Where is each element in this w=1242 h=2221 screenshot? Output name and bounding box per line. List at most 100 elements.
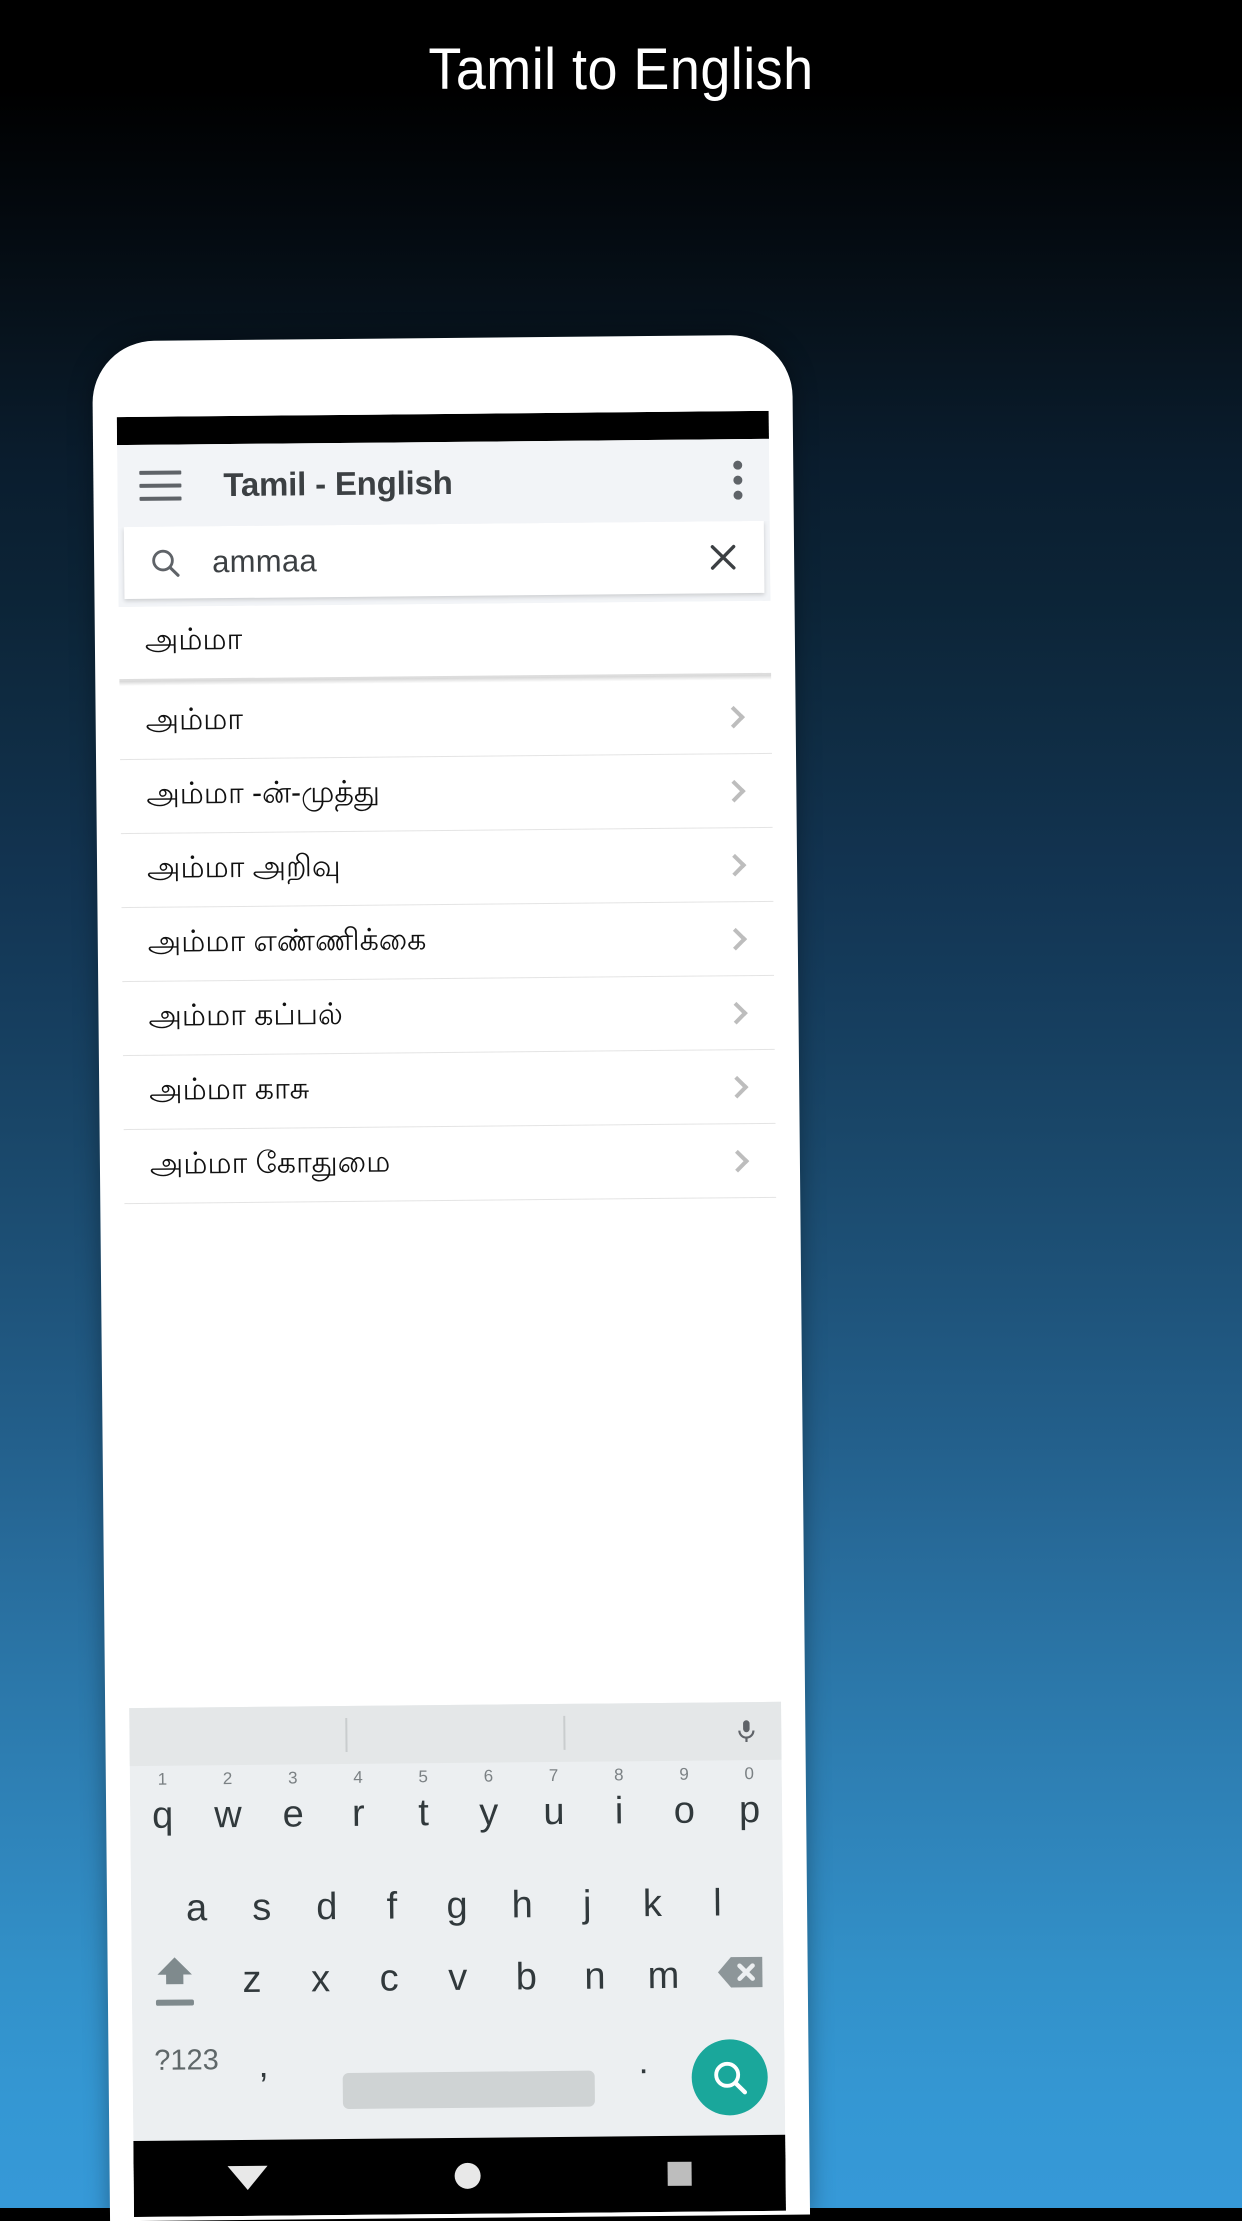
phone-mockup-frame: Tamil - English ammaa அம்மா (92, 335, 810, 2221)
symbols-key[interactable]: ?123 (132, 2044, 240, 2078)
key-t[interactable]: 5t (390, 1763, 456, 1857)
key-letter-label: c (379, 1957, 398, 2000)
backspace-key-icon[interactable] (697, 1946, 783, 1999)
close-icon[interactable] (706, 540, 740, 574)
key-u[interactable]: 7u (521, 1762, 587, 1856)
space-key[interactable] (343, 2071, 595, 2109)
chevron-right-icon (724, 853, 747, 876)
key-p[interactable]: 0p (716, 1760, 782, 1854)
key-r[interactable]: 4r (325, 1764, 391, 1858)
key-g[interactable]: g (424, 1856, 490, 1950)
comma-key[interactable]: , (240, 2043, 325, 2108)
list-item-label: அம்மா கப்பல் (148, 997, 343, 1037)
list-item[interactable]: அம்மா -ன்-முத்து (120, 754, 773, 834)
enter-key-wrap (674, 2039, 785, 2116)
key-n[interactable]: n (560, 1947, 629, 1999)
key-letter-label: a (186, 1887, 208, 1930)
key-letter-label: v (448, 1957, 467, 2000)
key-v[interactable]: v (423, 1949, 492, 2001)
key-letter-label: d (316, 1886, 338, 1929)
suggestion-slot-1[interactable] (129, 1735, 345, 1737)
key-letter-label: t (418, 1792, 429, 1835)
key-letter-label: n (584, 1956, 606, 1999)
page-title: Tamil to English (43, 36, 1198, 103)
search-bar[interactable]: ammaa (124, 521, 765, 599)
list-item[interactable]: அம்மா (119, 680, 772, 760)
search-enter-icon[interactable] (691, 2039, 768, 2116)
microphone-icon[interactable] (733, 1714, 759, 1748)
key-y[interactable]: 6y (456, 1762, 522, 1856)
search-input[interactable]: ammaa (212, 539, 706, 580)
chevron-right-icon (727, 1149, 750, 1172)
list-item[interactable]: அம்மா எண்ணிக்கை (121, 902, 774, 982)
key-letter-label: s (252, 1887, 271, 1930)
key-letter-label: l (713, 1882, 722, 1925)
key-l[interactable]: l (684, 1853, 750, 1947)
key-o[interactable]: 9o (651, 1760, 717, 1854)
android-nav-bar (133, 2135, 786, 2217)
key-s[interactable]: s (229, 1857, 295, 1951)
chevron-right-icon (723, 779, 746, 802)
key-b[interactable]: b (492, 1948, 561, 2000)
key-c[interactable]: c (355, 1949, 424, 2001)
chevron-right-icon (724, 927, 747, 950)
key-j[interactable]: j (554, 1854, 620, 1948)
key-letter-label: y (479, 1792, 498, 1835)
key-letter-label: q (152, 1795, 174, 1838)
key-number-label: 7 (549, 1766, 559, 1786)
nav-recents-icon[interactable] (668, 2162, 692, 2186)
key-z[interactable]: z (217, 1951, 286, 2003)
key-number-label: 2 (223, 1769, 233, 1789)
key-letter-label: k (643, 1883, 662, 1926)
key-number-label: 1 (158, 1770, 168, 1790)
key-w[interactable]: 2w (195, 1765, 261, 1859)
key-letter-label: f (386, 1886, 397, 1929)
suggestion-slot-2[interactable] (347, 1733, 563, 1735)
key-x[interactable]: x (286, 1950, 355, 2002)
key-letter-label: p (739, 1789, 761, 1832)
search-completion-row[interactable]: அம்மா (119, 601, 772, 681)
nav-back-icon[interactable] (227, 2166, 267, 2190)
keyboard-suggestion-strip[interactable] (129, 1702, 782, 1766)
key-letter-label: e (282, 1793, 304, 1836)
key-h[interactable]: h (489, 1855, 555, 1949)
key-q[interactable]: 1q (130, 1765, 196, 1859)
key-number-label: 6 (484, 1767, 494, 1787)
list-item[interactable]: அம்மா கோதுமை (124, 1124, 777, 1204)
key-d[interactable]: d (294, 1857, 360, 1951)
key-number-label: 8 (614, 1765, 624, 1785)
key-i[interactable]: 8i (586, 1761, 652, 1855)
key-letter-label: b (516, 1956, 538, 1999)
key-e[interactable]: 3e (260, 1764, 326, 1858)
chevron-right-icon (725, 1001, 748, 1024)
key-m[interactable]: m (629, 1947, 698, 1999)
key-a[interactable]: a (164, 1858, 230, 1952)
app-bar: Tamil - English (117, 439, 770, 527)
keyboard-row-3-letters: zx c v b nm (217, 1947, 697, 2003)
key-letter-label: h (511, 1884, 533, 1927)
key-letter-label: w (214, 1794, 242, 1837)
search-completion-text: அம்மா (145, 623, 243, 662)
list-item[interactable]: அம்மா கப்பல் (122, 976, 775, 1056)
list-item[interactable]: அம்மா அறிவு (121, 828, 774, 908)
key-letter-label: x (311, 1958, 330, 2001)
list-item-label: அம்மா -ன்-முத்து (146, 775, 380, 815)
nav-home-icon[interactable] (455, 2163, 481, 2189)
search-bar-container: ammaa (118, 521, 771, 607)
period-key[interactable]: . (612, 2040, 675, 2105)
search-icon (148, 546, 182, 580)
hamburger-menu-icon[interactable] (139, 471, 181, 501)
key-letter-label: m (647, 1955, 679, 1998)
key-number-label: 0 (744, 1764, 754, 1784)
keyboard-row-1: 1q2w3e4r5t6y7u8i9o0p (130, 1760, 783, 1859)
more-vert-icon[interactable] (733, 461, 743, 500)
list-item-label: அம்மா (145, 702, 243, 741)
list-item-label: அம்மா எண்ணிக்கை (148, 923, 427, 964)
key-f[interactable]: f (359, 1856, 425, 1950)
key-number-label: 5 (418, 1767, 428, 1787)
on-screen-keyboard: 1q2w3e4r5t6y7u8i9o0p asdfghjkl zxcvbnm (129, 1702, 785, 2141)
chevron-right-icon (726, 1075, 749, 1098)
key-k[interactable]: k (619, 1854, 685, 1948)
list-item[interactable]: அம்மா காசு (123, 1050, 776, 1130)
shift-key-icon[interactable] (131, 1951, 218, 2006)
